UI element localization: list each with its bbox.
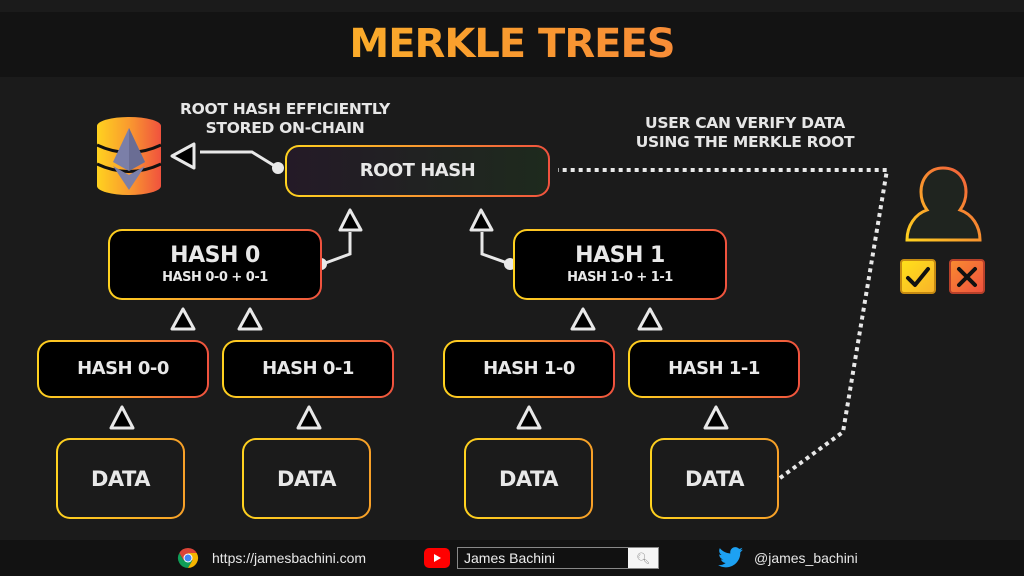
hash-0-0-label: HASH 0-0 — [77, 358, 169, 379]
verification-path — [558, 168, 890, 480]
twitter-icon — [718, 547, 743, 568]
youtube-channel-name: James Bachini — [464, 550, 556, 566]
hash-0-1-label: HASH 0-1 — [262, 358, 354, 379]
twitter-handle[interactable]: @james_bachini — [718, 540, 858, 576]
invalid-button[interactable] — [949, 259, 985, 294]
arrow-data2-up — [516, 405, 542, 430]
ethereum-database-icon — [96, 117, 162, 195]
user-icon — [905, 166, 982, 242]
chrome-icon — [177, 547, 199, 569]
hash-0-1-node[interactable]: HASH 0-1 — [222, 340, 394, 398]
arrow-hash11-up — [637, 307, 663, 331]
hash-0-0-node[interactable]: HASH 0-0 — [37, 340, 209, 398]
root-hash-label: ROOT HASH — [359, 160, 476, 181]
check-icon — [906, 266, 930, 287]
youtube-icon — [424, 548, 450, 568]
valid-button[interactable] — [900, 259, 936, 294]
hash-0-label: HASH 0 — [170, 242, 260, 268]
data-leaf-0-label: DATA — [90, 466, 151, 491]
website-link[interactable]: https://jamesbachini.com — [176, 540, 366, 576]
arrow-data3-up — [703, 405, 729, 430]
twitter-handle-text[interactable]: @james_bachini — [754, 550, 858, 566]
hash-0-node[interactable]: HASH 0 HASH 0-0 + 0-1 — [108, 229, 322, 300]
hash-0-sub: HASH 0-0 + 0-1 — [162, 269, 268, 285]
arrow-hash00-up — [170, 307, 196, 331]
hash-1-0-label: HASH 1-0 — [483, 358, 575, 379]
website-url[interactable]: https://jamesbachini.com — [212, 550, 366, 566]
data-leaf-2[interactable]: DATA — [464, 438, 593, 519]
hash-1-1-label: HASH 1-1 — [668, 358, 760, 379]
data-leaf-1[interactable]: DATA — [242, 438, 371, 519]
root-to-chain-arrow — [170, 142, 284, 174]
x-icon — [957, 266, 977, 287]
arrow-data1-up — [296, 405, 322, 430]
hash-1-1-node[interactable]: HASH 1-1 — [628, 340, 800, 398]
arrow-hash10-up — [570, 307, 596, 331]
data-leaf-1-label: DATA — [276, 466, 337, 491]
hash-1-node[interactable]: HASH 1 HASH 1-0 + 1-1 — [513, 229, 727, 300]
hash1-to-root-arrow — [469, 208, 516, 270]
data-leaf-2-label: DATA — [498, 466, 559, 491]
root-hash-node[interactable]: ROOT HASH — [285, 145, 550, 197]
youtube-channel[interactable]: James Bachini 🔍︎ — [424, 540, 659, 576]
data-leaf-3-label: DATA — [684, 466, 745, 491]
hash-1-0-node[interactable]: HASH 1-0 — [443, 340, 615, 398]
arrow-data0-up — [109, 405, 135, 430]
youtube-search-box[interactable]: James Bachini 🔍︎ — [457, 547, 659, 569]
leaf-arrows — [109, 405, 729, 430]
data-leaf-3[interactable]: DATA — [650, 438, 779, 519]
search-icon[interactable]: 🔍︎ — [628, 548, 658, 568]
hash-1-label: HASH 1 — [575, 242, 665, 268]
arrow-hash01-up — [237, 307, 263, 331]
hash-1-sub: HASH 1-0 + 1-1 — [567, 269, 673, 285]
level2-arrows — [170, 307, 663, 331]
data-leaf-0[interactable]: DATA — [56, 438, 185, 519]
